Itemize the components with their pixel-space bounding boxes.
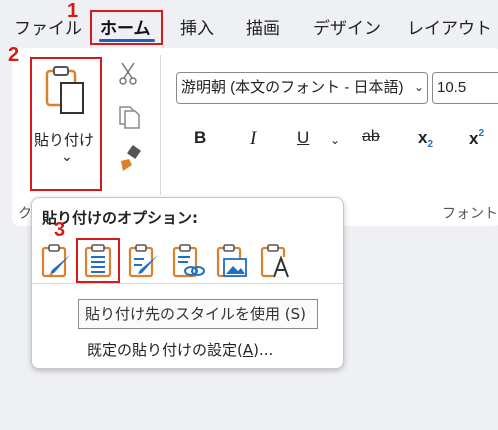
superscript-button[interactable]: x2 (469, 128, 484, 149)
paste-option-tooltip: 貼り付け先のスタイルを使用 (S) (78, 299, 318, 329)
bold-button[interactable]: B (194, 128, 206, 148)
keep-source-formatting-icon[interactable] (40, 243, 74, 279)
keep-text-only-icon[interactable] (259, 243, 293, 279)
tab-insert[interactable]: 挿入 (180, 14, 214, 39)
default-paste-settings-item[interactable]: 既定の貼り付けの設定(A)... (87, 339, 273, 360)
step-1-highlight (90, 10, 163, 45)
font-name-combobox[interactable]: 游明朝 (本文のフォント - 日本語) ⌄ (176, 72, 428, 104)
subscript-mark: 2 (427, 139, 434, 150)
font-size-value: 10.5 (437, 79, 467, 96)
default-paste-settings-prefix: 既定の貼り付けの設定( (87, 341, 243, 359)
italic-button[interactable]: I (250, 128, 256, 150)
link-keep-source-icon[interactable] (171, 243, 205, 279)
copy-icon[interactable] (117, 104, 141, 130)
use-destination-styles-icon[interactable] (81, 243, 115, 279)
font-name-value: 游明朝 (本文のフォント - 日本語) (181, 79, 404, 96)
clipboard-group-label: ク (18, 206, 32, 222)
default-paste-settings-key: A (242, 341, 254, 359)
paste-as-picture-icon[interactable] (215, 243, 249, 279)
menu-divider (32, 283, 343, 284)
font-size-combobox[interactable]: 10.5 (432, 72, 498, 104)
format-painter-icon[interactable] (117, 145, 143, 173)
step-3-number: 3 (54, 219, 66, 241)
scissors-icon[interactable] (117, 61, 139, 85)
group-divider (160, 55, 161, 195)
tab-layout[interactable]: レイアウト (407, 14, 492, 39)
subscript-button[interactable]: x2 (418, 128, 433, 150)
default-paste-settings-suffix: )... (253, 341, 274, 359)
step-2-number: 2 (8, 44, 20, 66)
chevron-down-icon[interactable]: ⌄ (411, 73, 424, 102)
superscript-mark: 2 (478, 128, 485, 139)
tab-draw[interactable]: 描画 (246, 14, 280, 39)
font-group-label: フォント (442, 206, 498, 222)
step-2-highlight (30, 57, 102, 191)
chevron-down-icon[interactable]: ⌄ (330, 133, 340, 147)
paste-options-title: 貼り付けのオプション: (42, 209, 198, 227)
paste-options-menu: 貼り付けのオプション: 既定の貼り付けの設定(A)... (31, 197, 344, 369)
tab-design[interactable]: デザイン (313, 14, 381, 39)
underline-button[interactable]: U (297, 128, 309, 148)
merge-formatting-icon[interactable] (127, 243, 161, 279)
step-1-number: 1 (67, 0, 79, 22)
strikethrough-button[interactable]: ab (362, 128, 380, 146)
